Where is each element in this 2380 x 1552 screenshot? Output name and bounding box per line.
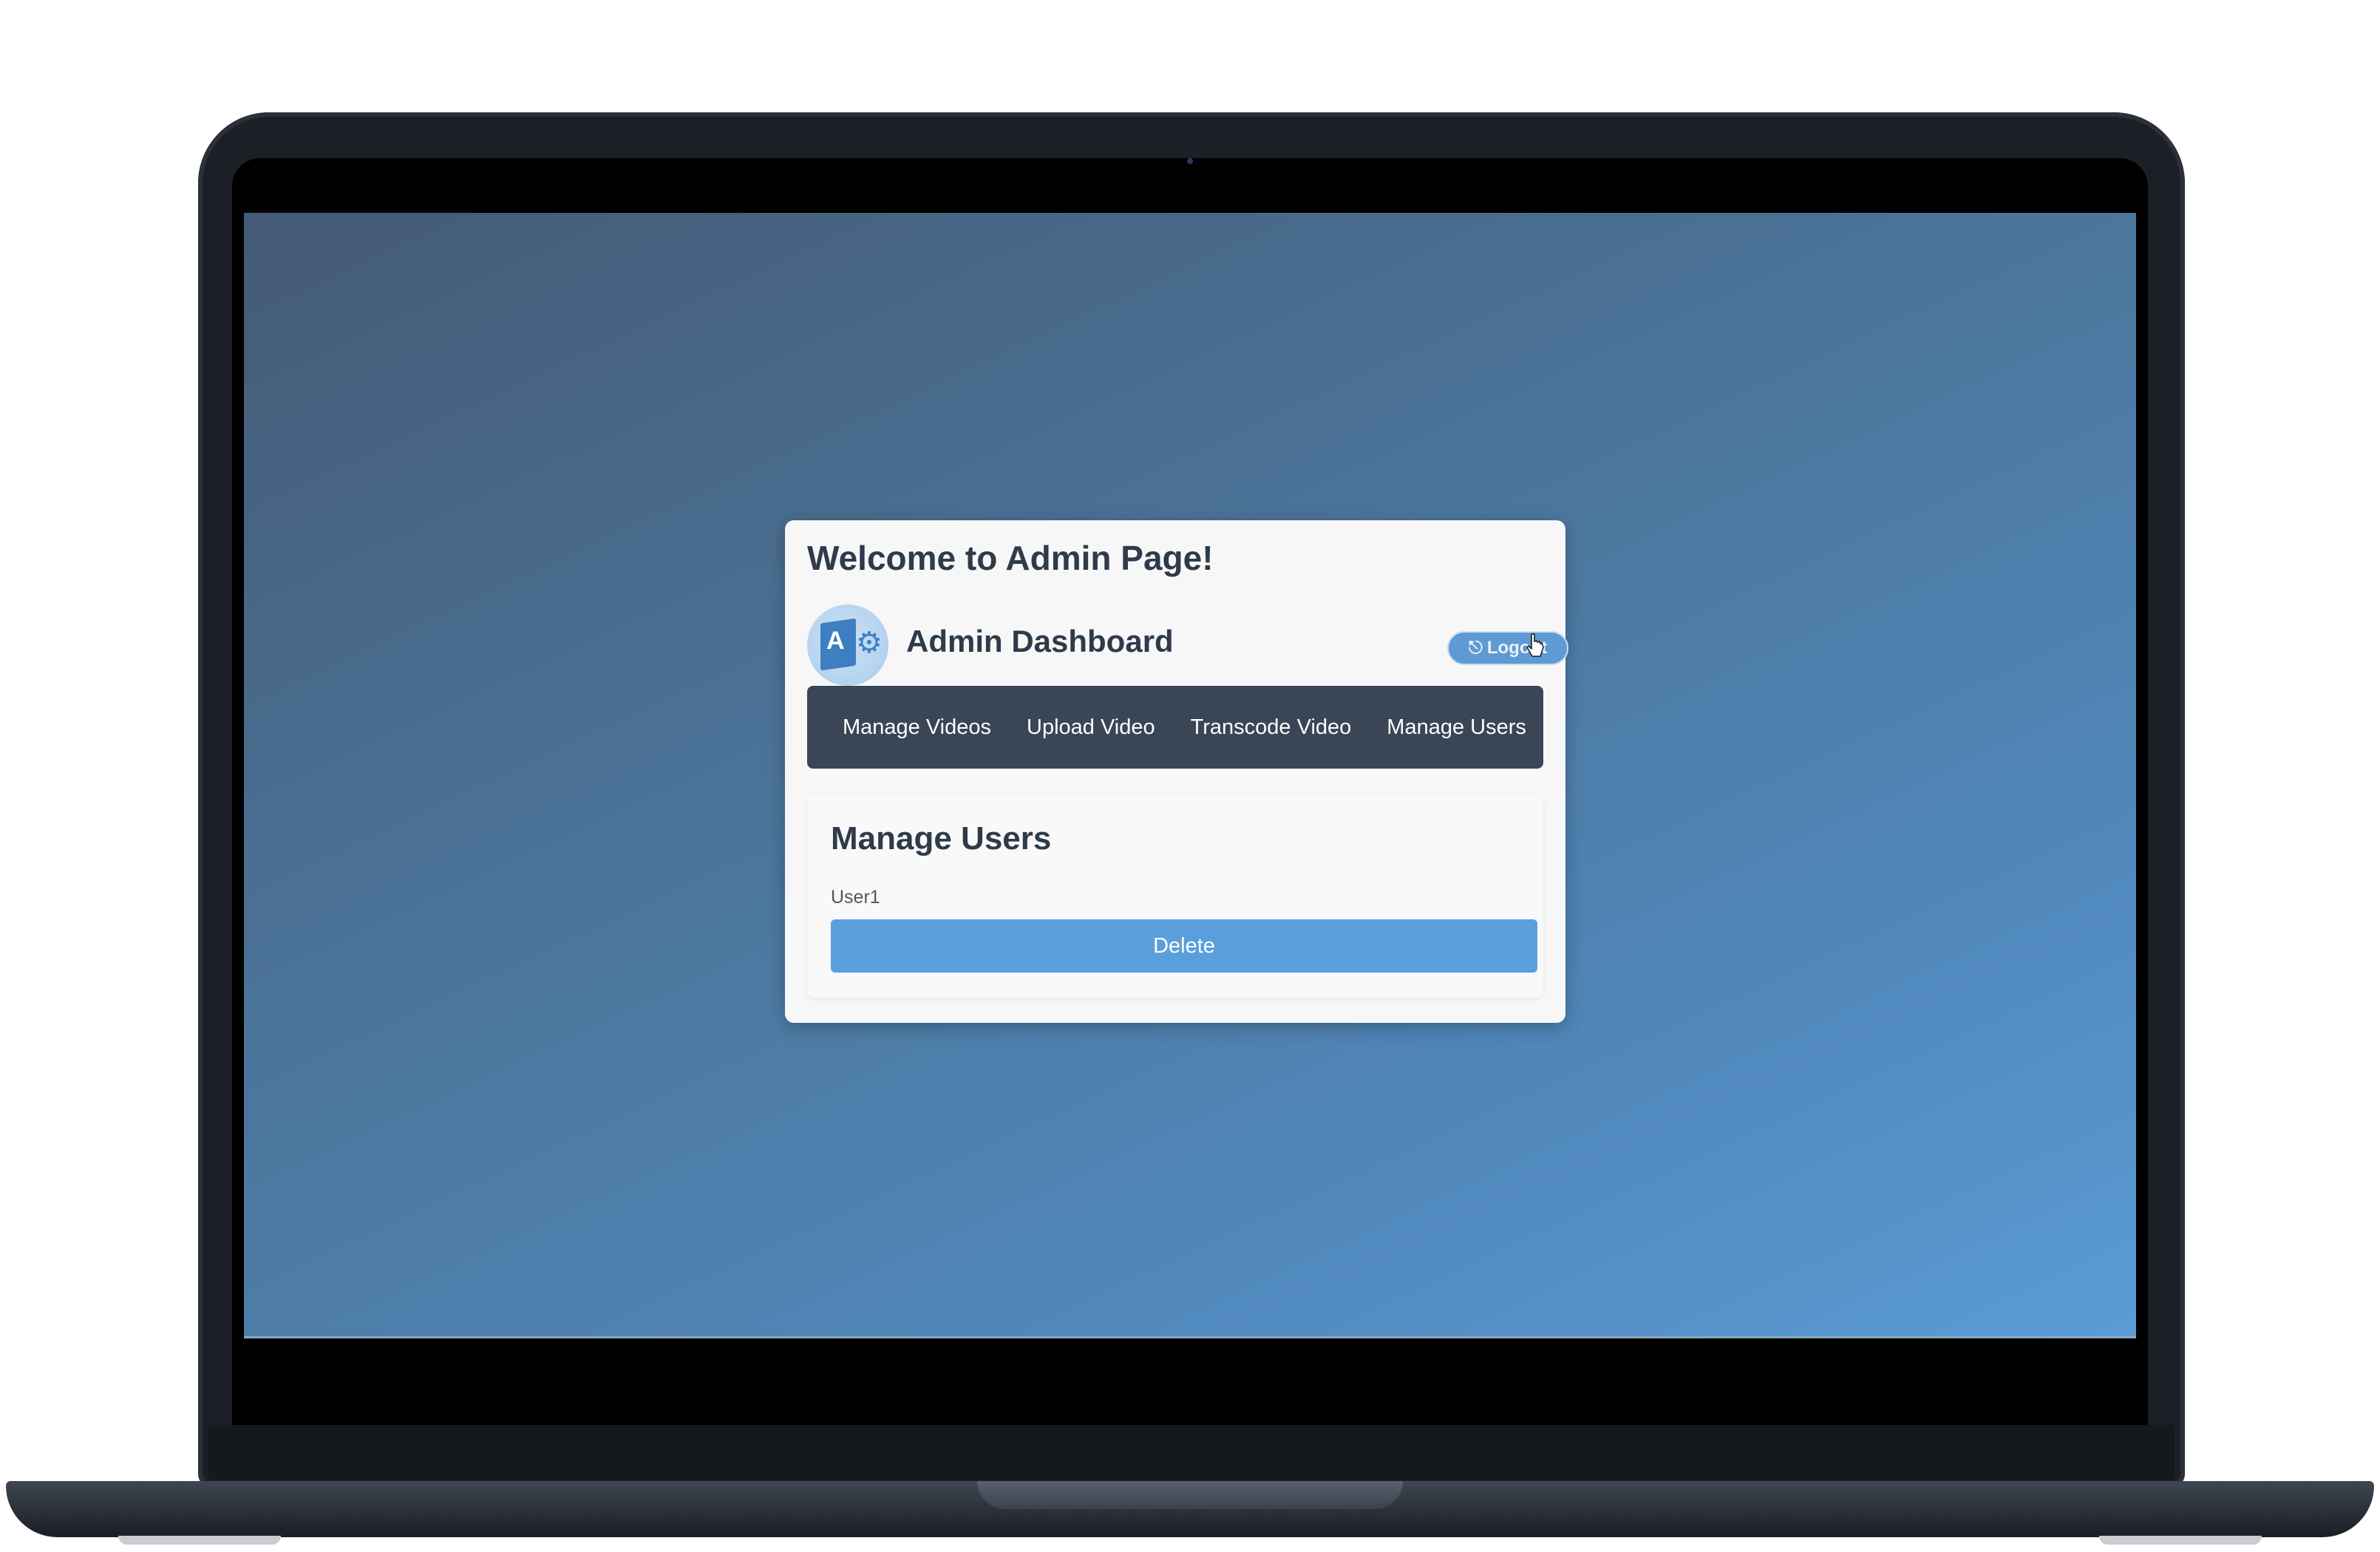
dashboard-header: A ⚙ Admin Dashboard ⎋ Logout [807,605,1568,686]
mouse-cursor-icon [1526,633,1544,657]
nav-item-manage-users[interactable]: Manage Users [1387,715,1526,740]
screen-edge [244,1336,2136,1338]
logout-icon: ⎋ [1468,638,1483,658]
bezel-bottom [208,1425,2175,1480]
user-name: User1 [831,887,880,908]
laptop-foot-right [2099,1536,2262,1545]
logo-letter: A [826,627,845,655]
admin-card: Welcome to Admin Page! A ⚙ Admin Dashboa… [785,520,1568,1023]
laptop-hinge [977,1481,1403,1509]
camera-notch [1072,158,1310,204]
welcome-heading: Welcome to Admin Page! [807,539,1214,577]
nav-item-upload-video[interactable]: Upload Video [1027,715,1155,740]
main-nav: Manage Videos Upload Video Transcode Vid… [807,686,1543,769]
section-title: Manage Users [831,820,1052,857]
camera-dot [1187,158,1193,164]
logout-button[interactable]: ⎋ Logout [1447,631,1568,665]
logo-icon: A ⚙ [807,605,888,686]
gear-icon: ⚙ [856,627,883,659]
nav-item-transcode-video[interactable]: Transcode Video [1191,715,1352,740]
nav-item-manage-videos[interactable]: Manage Videos [843,715,991,740]
browser-viewport: Welcome to Admin Page! A ⚙ Admin Dashboa… [244,213,2136,1336]
delete-user-button[interactable]: Delete [831,919,1537,973]
dashboard-title: Admin Dashboard [906,624,1174,658]
manage-users-section: Manage Users User1 Delete [807,795,1543,998]
laptop-foot-left [118,1536,281,1545]
